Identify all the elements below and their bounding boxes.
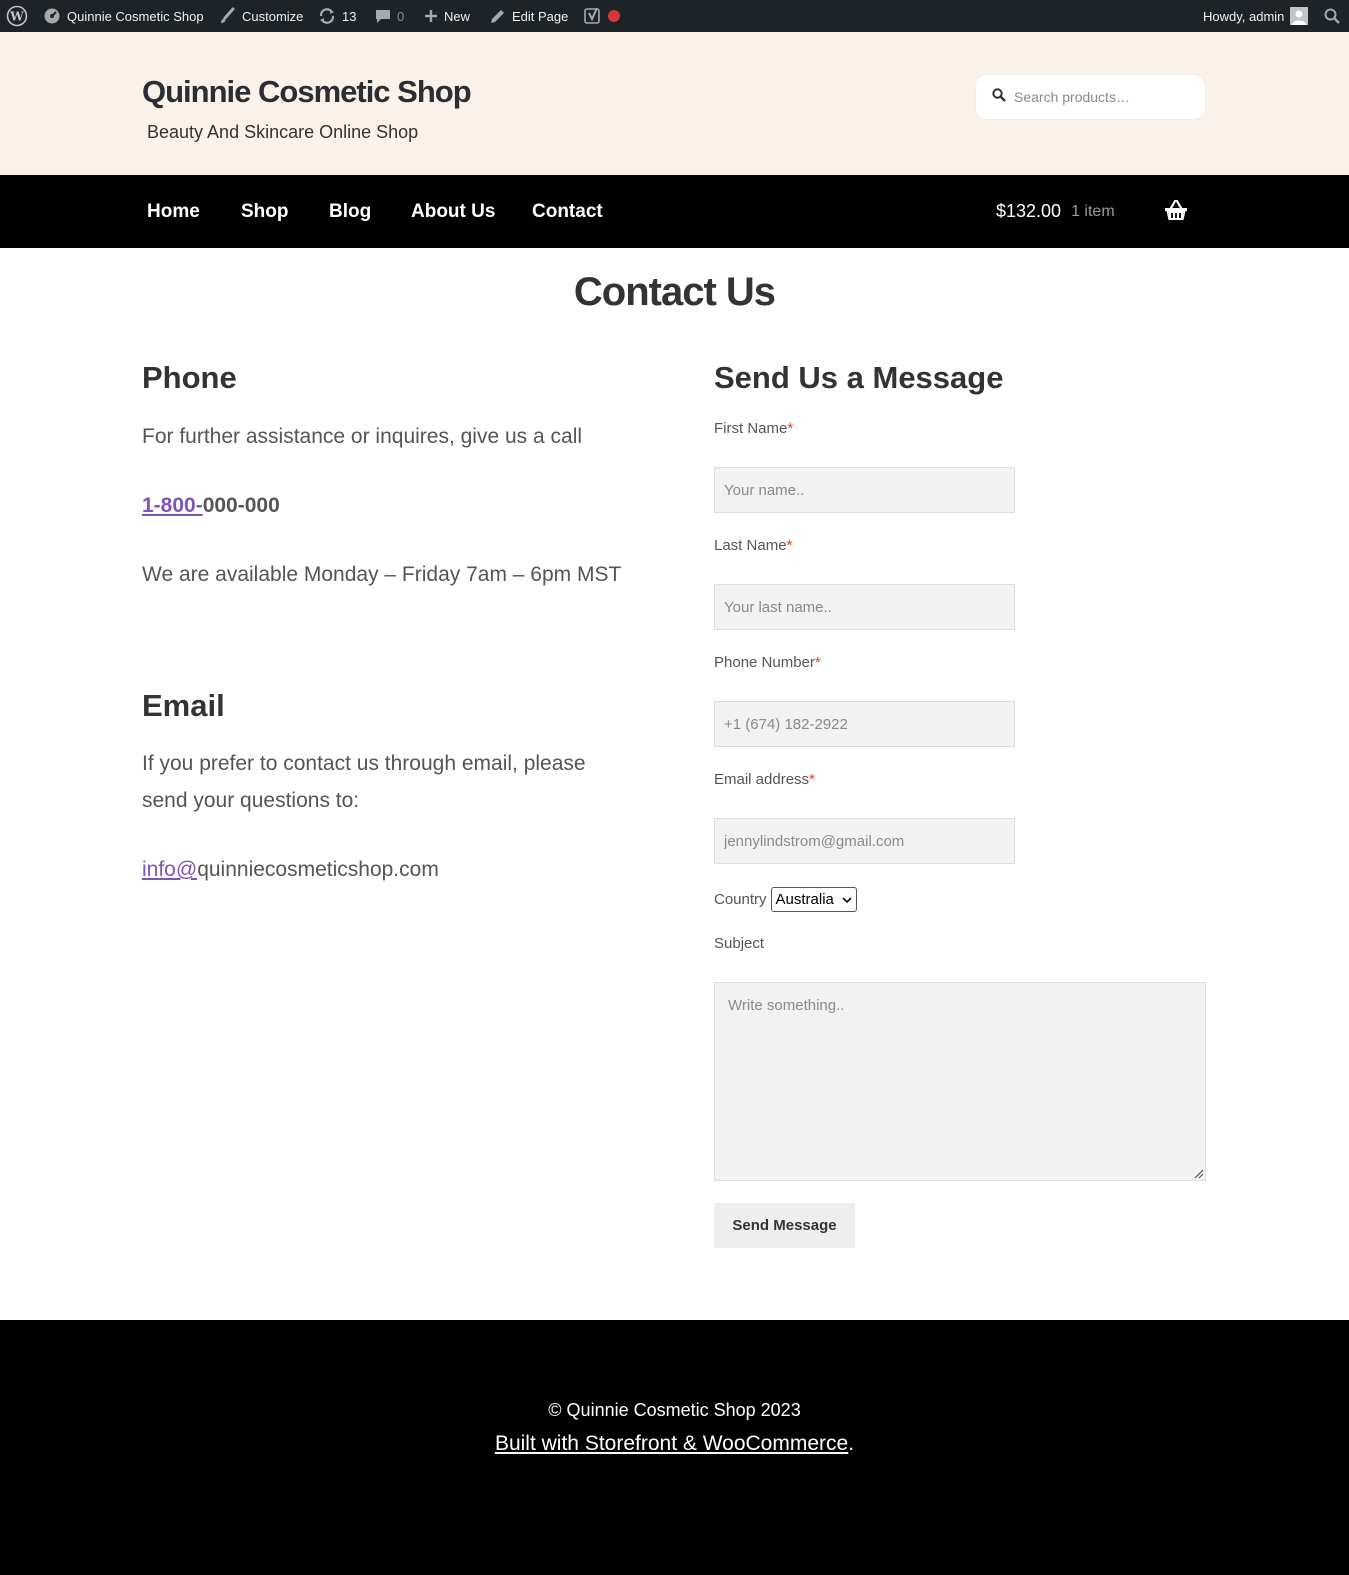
cart-summary[interactable]: $132.00 1 item (996, 175, 1115, 248)
country-value: Australia (775, 891, 834, 908)
account-menu[interactable]: Howdy, admin (1203, 0, 1309, 32)
country-label: Country (714, 891, 767, 908)
country-select[interactable]: Australia (770, 887, 857, 912)
wordpress-icon: W (6, 5, 28, 27)
avatar (1290, 7, 1309, 25)
email-link[interactable]: info@ (142, 858, 197, 881)
basket-icon[interactable] (1164, 199, 1188, 227)
phone-intro: For further assistance or inquires, give… (142, 425, 583, 448)
updates-button[interactable]: 13 (318, 0, 356, 32)
seo-menu-button[interactable] (584, 0, 620, 32)
phone-number-label: Phone Number* (714, 654, 821, 671)
dashboard-icon (43, 7, 61, 25)
wordpress-logo-button[interactable]: W (6, 0, 28, 32)
email-label: Email address* (714, 771, 815, 788)
form-heading: Send Us a Message (714, 360, 1004, 395)
email-address: info@quinniecosmeticshop.com (142, 851, 439, 888)
email-address-rest: quinniecosmeticshop.com (197, 858, 439, 881)
nav-item-contact[interactable]: Contact (532, 175, 603, 248)
credits-period: . (848, 1432, 855, 1455)
updates-count: 13 (342, 8, 357, 24)
resize-handle-icon[interactable] (1192, 1166, 1204, 1184)
refresh-icon (318, 7, 336, 25)
country-row: Country Australia (714, 887, 857, 912)
comment-icon (375, 8, 391, 24)
email-label-text: Email address (714, 771, 810, 788)
site-name-menu[interactable]: Quinnie Cosmetic Shop (43, 0, 204, 32)
search-icon (1324, 8, 1340, 24)
seo-status-dot (608, 10, 620, 22)
last-name-label-text: Last Name (714, 537, 787, 554)
site-footer: © Quinnie Cosmetic Shop 2023 Built with … (0, 1320, 1349, 1575)
new-label: New (444, 8, 471, 24)
admin-bar: W Quinnie Cosmetic Shop Customize 13 0 N… (0, 0, 1349, 32)
phone-number-input[interactable] (714, 701, 1015, 747)
phone-heading: Phone (142, 360, 237, 395)
edit-page-button[interactable]: Edit Page (490, 0, 568, 32)
email-intro: If you prefer to contact us through emai… (142, 752, 586, 812)
first-name-input[interactable] (714, 467, 1015, 513)
phone-number-label-text: Phone Number (714, 654, 815, 671)
required-mark: * (814, 654, 821, 671)
nav-item-about-us[interactable]: About Us (411, 175, 495, 248)
required-mark: * (786, 537, 793, 554)
copyright-text: © Quinnie Cosmetic Shop 2023 (548, 1400, 801, 1420)
site-tagline: Beauty And Skincare Online Shop (147, 122, 419, 142)
plus-icon (424, 9, 438, 23)
nav-item-shop[interactable]: Shop (241, 175, 289, 248)
chevron-down-icon (842, 891, 852, 908)
comments-button[interactable]: 0 (375, 0, 404, 32)
phone-number-rest: 000-000 (202, 494, 280, 517)
cart-count: 1 item (1071, 202, 1115, 220)
site-name-label: Quinnie Cosmetic Shop (67, 8, 204, 24)
search-icon (992, 87, 1006, 107)
last-name-input[interactable] (714, 584, 1015, 630)
availability-text: We are available Monday – Friday 7am – 6… (142, 563, 622, 586)
phone-link[interactable]: 1-800- (142, 494, 203, 517)
last-name-label: Last Name* (714, 537, 792, 554)
svg-text:W: W (9, 10, 24, 24)
send-message-button[interactable]: Send Message (714, 1203, 855, 1248)
site-title[interactable]: Quinnie Cosmetic Shop (142, 74, 472, 110)
page-title: Contact Us (573, 270, 776, 314)
nav-item-home[interactable]: Home (147, 175, 200, 248)
cart-total: $132.00 (996, 201, 1062, 221)
customize-button[interactable]: Customize (218, 0, 303, 32)
edit-page-label: Edit Page (512, 8, 569, 24)
howdy-label: Howdy, admin (1203, 8, 1285, 24)
subject-textarea[interactable] (714, 982, 1206, 1181)
nav-item-blog[interactable]: Blog (329, 175, 371, 248)
search-input[interactable] (1014, 89, 1194, 105)
required-mark: * (809, 771, 815, 788)
first-name-label: First Name* (714, 420, 793, 437)
phone-number: 1-800-000-000 (142, 487, 280, 524)
customize-label: Customize (242, 8, 304, 24)
product-search[interactable] (975, 74, 1206, 120)
subject-label: Subject (714, 935, 765, 952)
admin-search-button[interactable] (1324, 0, 1340, 32)
email-heading: Email (142, 688, 225, 723)
required-mark: * (787, 420, 794, 437)
site-header: Quinnie Cosmetic Shop Beauty And Skincar… (0, 32, 1349, 175)
yoast-seo-icon (584, 7, 602, 25)
new-content-button[interactable]: New (424, 0, 470, 32)
pencil-icon (490, 8, 506, 24)
comments-count: 0 (397, 8, 405, 24)
brush-icon (218, 7, 236, 25)
email-input[interactable] (714, 818, 1015, 864)
storefront-credit-link[interactable]: Built with Storefront & WooCommerce (495, 1432, 848, 1455)
primary-navigation: Home Shop Blog About Us Contact $132.00 … (0, 175, 1349, 248)
first-name-label-text: First Name (714, 420, 788, 437)
credits: Built with Storefront & WooCommerce. (0, 1432, 1349, 1456)
